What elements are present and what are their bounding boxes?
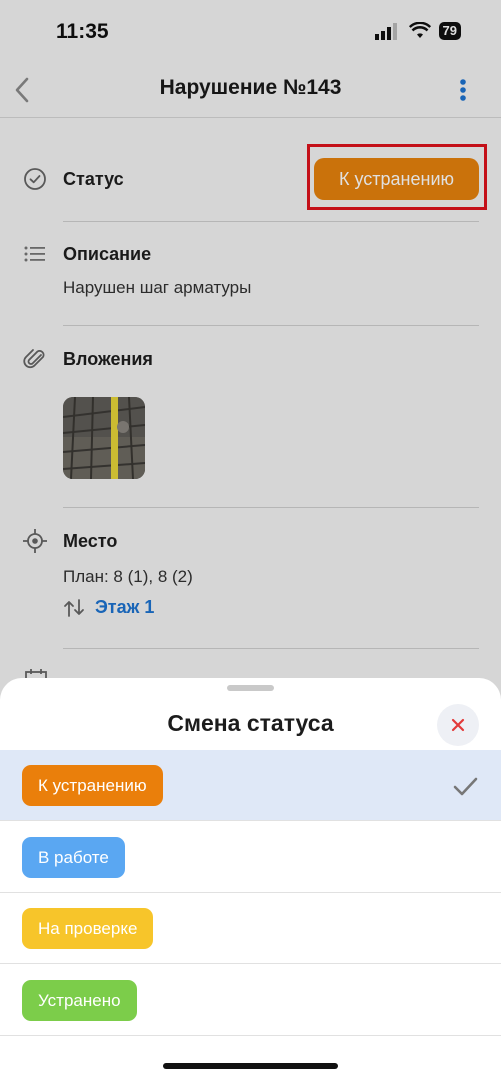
status-option-chip[interactable]: Устранено (22, 980, 137, 1021)
close-button[interactable] (437, 704, 479, 746)
status-option-row[interactable]: На проверке (0, 893, 501, 964)
status-option-row[interactable]: В работе (0, 822, 501, 893)
home-indicator (163, 1063, 338, 1069)
status-change-sheet: Смена статуса К устранению В работе На п… (0, 678, 501, 1079)
status-option-chip[interactable]: На проверке (22, 908, 154, 949)
status-option-row[interactable]: К устранению (0, 750, 501, 821)
status-option-chip[interactable]: К устранению (22, 765, 163, 806)
status-option-row[interactable]: Устранено (0, 965, 501, 1036)
sheet-title: Смена статуса (167, 710, 334, 736)
close-icon (451, 718, 465, 732)
status-option-chip[interactable]: В работе (22, 837, 125, 878)
checkmark-icon (453, 777, 478, 796)
sheet-grabber[interactable] (227, 685, 274, 691)
